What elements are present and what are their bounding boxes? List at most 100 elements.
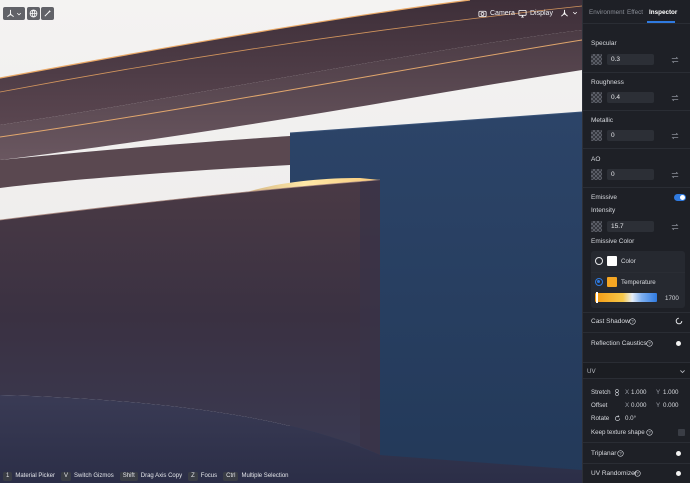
roughness-label: Roughness bbox=[591, 79, 624, 86]
keep-texture-shape-checkbox[interactable] bbox=[678, 429, 685, 436]
chevron-down-icon bbox=[16, 12, 22, 15]
shortcut-drag-axis-copy: Shift Drag Axis Copy bbox=[119, 471, 183, 481]
stretch-x-input[interactable]: 1.000 bbox=[631, 389, 646, 396]
color-swatch[interactable] bbox=[607, 256, 617, 266]
help-icon[interactable]: ? bbox=[646, 429, 653, 436]
display-button[interactable]: Display bbox=[514, 6, 557, 20]
panel-tabs: Environment Effect Inspector bbox=[583, 0, 690, 24]
temperature-slider-handle[interactable] bbox=[596, 292, 598, 303]
divider bbox=[583, 442, 690, 443]
specular-input[interactable]: 0.3 bbox=[607, 54, 654, 65]
shortcut-focus: Z Focus bbox=[188, 471, 218, 481]
help-icon[interactable]: ? bbox=[634, 470, 641, 477]
shortcut-label: Material Picker bbox=[15, 473, 56, 479]
link-icon[interactable] bbox=[614, 389, 620, 396]
divider bbox=[583, 110, 690, 111]
divider bbox=[583, 463, 690, 464]
color-radio[interactable] bbox=[595, 257, 603, 265]
chevron-down-icon bbox=[572, 11, 578, 15]
camera-icon bbox=[478, 10, 487, 17]
magic-wand-button[interactable] bbox=[41, 7, 54, 20]
shortcut-bar: 1 Material Picker V Switch Gizmos Shift … bbox=[3, 471, 289, 481]
specular-label: Specular bbox=[591, 40, 617, 47]
intensity-input[interactable]: 15.7 bbox=[607, 221, 654, 232]
inspector-panel: Environment Effect Inspector Specular 0.… bbox=[582, 0, 690, 483]
help-icon[interactable]: ? bbox=[646, 340, 653, 347]
metallic-texture-slot[interactable] bbox=[591, 130, 602, 141]
shortcut-label: Focus bbox=[200, 473, 218, 479]
emissive-label: Emissive bbox=[591, 194, 618, 201]
offset-x-input[interactable]: 0.000 bbox=[631, 402, 646, 409]
roughness-input[interactable]: 0.4 bbox=[607, 92, 654, 103]
emissive-color-label: Emissive Color bbox=[591, 238, 635, 245]
offset-y-input[interactable]: 0.000 bbox=[663, 402, 678, 409]
camera-button[interactable]: Camera bbox=[474, 6, 519, 20]
shortcut-multiple-selection: Ctrl Multiple Selection bbox=[223, 471, 289, 481]
shortcut-key: 1 bbox=[3, 471, 13, 481]
svg-text:?: ? bbox=[648, 430, 651, 435]
metallic-input[interactable]: 0 bbox=[607, 130, 654, 141]
temperature-slider[interactable] bbox=[595, 293, 657, 302]
swap-icon[interactable] bbox=[671, 132, 679, 140]
cast-shadow-label: Cast Shadow bbox=[591, 318, 630, 325]
active-tab-indicator bbox=[647, 21, 675, 23]
svg-text:?: ? bbox=[648, 341, 651, 346]
shortcut-key: Shift bbox=[119, 471, 138, 481]
reflection-caustics-toggle[interactable] bbox=[676, 341, 681, 346]
offset-label: Offset bbox=[591, 402, 608, 409]
color-option-label: Color bbox=[621, 258, 636, 265]
uv-section-header[interactable]: UV bbox=[583, 362, 690, 379]
lighting-icon bbox=[561, 9, 568, 17]
tab-inspector[interactable]: Inspector bbox=[649, 9, 677, 16]
roughness-texture-slot[interactable] bbox=[591, 92, 602, 103]
rotate-input[interactable]: 0.0° bbox=[625, 415, 636, 422]
svg-text:?: ? bbox=[636, 471, 639, 476]
uv-randomizer-toggle[interactable] bbox=[676, 471, 681, 476]
swap-icon[interactable] bbox=[671, 171, 679, 179]
lighting-button[interactable] bbox=[556, 6, 582, 20]
svg-text:?: ? bbox=[631, 319, 634, 324]
emissive-toggle[interactable] bbox=[674, 194, 686, 201]
offset-x-label: X bbox=[625, 402, 630, 409]
help-icon[interactable]: ? bbox=[629, 318, 636, 325]
temperature-radio[interactable] bbox=[595, 278, 603, 286]
ao-texture-slot[interactable] bbox=[591, 169, 602, 180]
intensity-texture-slot[interactable] bbox=[591, 221, 602, 232]
cast-shadow-spinner-icon[interactable] bbox=[675, 317, 683, 325]
help-icon[interactable]: ? bbox=[617, 450, 624, 457]
shortcut-material-picker: 1 Material Picker bbox=[3, 471, 56, 481]
chevron-down-icon bbox=[680, 370, 685, 374]
stretch-y-input[interactable]: 1.000 bbox=[663, 389, 678, 396]
globe-icon bbox=[29, 9, 38, 18]
swap-icon[interactable] bbox=[671, 223, 679, 231]
shortcut-key: Z bbox=[188, 471, 198, 481]
ao-label: AO bbox=[591, 156, 601, 163]
keep-texture-shape-label: Keep texture shape bbox=[591, 429, 645, 436]
tab-effect[interactable]: Effect bbox=[627, 9, 643, 16]
metallic-label: Metallic bbox=[591, 117, 614, 124]
temperature-option-label: Temperature bbox=[621, 279, 656, 286]
swap-icon[interactable] bbox=[671, 56, 679, 64]
magic-wand-icon bbox=[44, 9, 52, 17]
transform-gizmo-button[interactable] bbox=[3, 7, 25, 20]
globe-button[interactable] bbox=[27, 7, 40, 20]
divider bbox=[583, 187, 690, 188]
temperature-value: 1700 bbox=[665, 295, 679, 302]
display-icon bbox=[518, 9, 527, 18]
ao-input[interactable]: 0 bbox=[607, 169, 654, 180]
swap-icon[interactable] bbox=[671, 94, 679, 102]
divider bbox=[583, 312, 690, 313]
temperature-swatch[interactable] bbox=[607, 277, 617, 287]
specular-texture-slot[interactable] bbox=[591, 54, 602, 65]
render-scene[interactable] bbox=[0, 0, 582, 483]
display-label: Display bbox=[530, 9, 553, 17]
shortcut-switch-gizmos: V Switch Gizmos bbox=[61, 471, 114, 481]
shortcut-label: Drag Axis Copy bbox=[140, 473, 183, 479]
triplanar-toggle[interactable] bbox=[676, 451, 681, 456]
3d-viewport[interactable]: Camera Display 1 Material Picker V Switc… bbox=[0, 0, 582, 483]
transform-gizmo-icon bbox=[7, 9, 14, 18]
intensity-label: Intensity bbox=[591, 207, 616, 214]
stretch-label: Stretch bbox=[591, 389, 611, 396]
rotate-icon bbox=[615, 415, 620, 421]
tab-environment[interactable]: Environment bbox=[589, 9, 624, 16]
